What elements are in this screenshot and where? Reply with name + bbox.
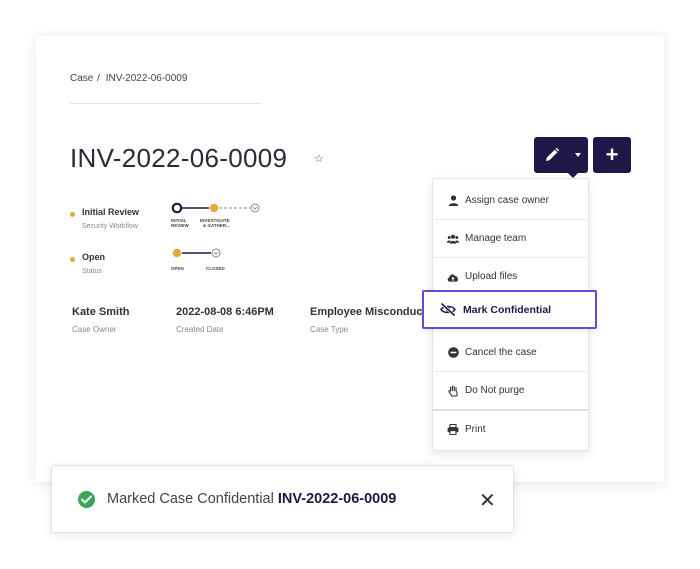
created-date-label: Created Date bbox=[176, 325, 224, 334]
breadcrumb: Case / INV-2022-06-0009 bbox=[70, 73, 187, 84]
menu-item-mark-confidential[interactable]: Mark Confidential bbox=[422, 290, 597, 329]
workflow-progress-graphic bbox=[171, 202, 260, 214]
workflow-sub: Security Workflow bbox=[82, 223, 138, 230]
pencil-icon bbox=[544, 147, 560, 168]
hand-icon bbox=[447, 384, 459, 397]
stage-label: CLOSED bbox=[206, 266, 225, 271]
breadcrumb-separator: / bbox=[97, 73, 100, 84]
menu-item-label: Mark Confidential bbox=[463, 303, 552, 316]
case-owner: Kate Smith Case Owner bbox=[72, 306, 129, 334]
add-button[interactable]: + bbox=[593, 137, 631, 173]
printer-icon bbox=[447, 423, 459, 435]
menu-item-label: Cancel the case bbox=[465, 347, 537, 358]
status-sub: Status bbox=[82, 268, 102, 275]
plus-icon: + bbox=[605, 142, 619, 167]
created-date: 2022-08-08 6:46PM Created Date bbox=[176, 306, 274, 334]
menu-item-label: Upload files bbox=[465, 271, 518, 282]
menu-item-label: Print bbox=[465, 423, 486, 435]
case-type-value: Employee Misconduct bbox=[310, 306, 427, 318]
workflow-tracker: INITIAL REVIEW INVESTIGATE & GATHER... bbox=[170, 202, 270, 234]
status-progress-graphic bbox=[172, 248, 221, 258]
menu-item-do-not-purge[interactable]: Do Not purge bbox=[433, 372, 588, 410]
stage-label-line: REVIEW bbox=[171, 223, 189, 228]
status-dot bbox=[70, 212, 75, 217]
edit-button[interactable] bbox=[534, 137, 588, 178]
toast-message-text: Marked Case Confidential bbox=[107, 491, 274, 507]
stage-label: INVESTIGATE & GATHER... bbox=[200, 218, 230, 228]
menu-item-label: Assign case owner bbox=[465, 195, 549, 206]
menu-item-manage-team[interactable]: Manage team bbox=[433, 220, 588, 258]
toast-notification: Marked Case Confidential INV-2022-06-000… bbox=[51, 465, 514, 533]
menu-item-label: Do Not purge bbox=[465, 385, 525, 396]
eye-slash-icon bbox=[440, 303, 456, 317]
divider bbox=[70, 103, 261, 104]
case-owner-value: Kate Smith bbox=[72, 306, 130, 318]
status-tracker: OPEN CLOSED bbox=[170, 247, 240, 273]
minus-circle-icon bbox=[447, 347, 459, 359]
users-icon bbox=[447, 233, 459, 245]
page-title: INV-2022-06-0009 bbox=[70, 143, 288, 173]
created-date-value: 2022-08-08 6:46PM bbox=[176, 306, 274, 318]
breadcrumb-current: INV-2022-06-0009 bbox=[105, 73, 188, 84]
stage-label: OPEN bbox=[171, 266, 184, 271]
menu-item-cancel-case[interactable]: Cancel the case bbox=[433, 334, 588, 372]
breadcrumb-root[interactable]: Case bbox=[70, 73, 93, 84]
stage-label-line: & GATHER... bbox=[203, 223, 230, 228]
case-type: Employee Misconduct Case Type bbox=[310, 306, 426, 334]
toast-case-id: INV-2022-06-0009 bbox=[277, 491, 397, 507]
toast-message: Marked Case Confidential INV-2022-06-000… bbox=[107, 491, 396, 507]
stage-label: INITIAL REVIEW bbox=[171, 218, 189, 228]
workflow-name: Initial Review bbox=[82, 207, 140, 217]
status-name: Open bbox=[82, 252, 106, 262]
menu-item-label: Manage team bbox=[465, 233, 527, 244]
menu-item-assign-owner[interactable]: Assign case owner bbox=[433, 182, 588, 220]
star-icon[interactable]: ☆ bbox=[314, 152, 324, 165]
case-type-label: Case Type bbox=[310, 325, 349, 334]
cloud-upload-icon bbox=[447, 271, 459, 283]
case-owner-label: Case Owner bbox=[72, 325, 117, 334]
status-dot bbox=[70, 257, 75, 262]
user-icon bbox=[447, 195, 459, 207]
check-circle-icon bbox=[78, 491, 95, 508]
close-icon[interactable]: ✕ bbox=[479, 488, 496, 513]
menu-item-print[interactable]: Print bbox=[433, 409, 588, 447]
caret-down-icon[interactable] bbox=[575, 153, 581, 157]
